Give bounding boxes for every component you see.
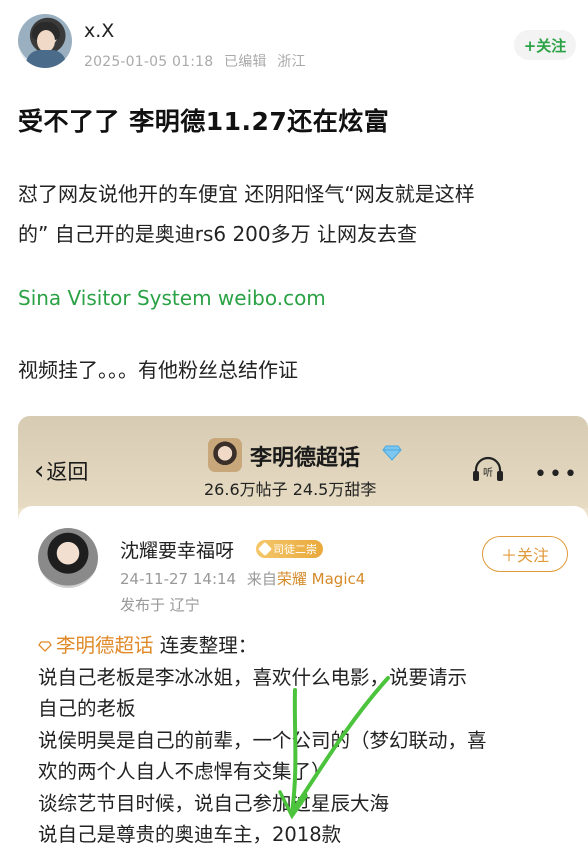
post-header: x.X 2025-01-05 01:18 已编辑 浙江 +关注 xyxy=(0,0,588,82)
post-edited: 已编辑 xyxy=(224,54,267,70)
badge-label: 司徒二崇 xyxy=(273,543,317,556)
card-body-line: 谈综艺节目时候，说自己参加过星辰大海 xyxy=(38,791,390,815)
back-button[interactable]: ‹ 返回 xyxy=(34,456,88,486)
card-datetime: 24-11-27 14:14 xyxy=(120,570,237,588)
card-body: 李明德超话 连麦整理： 说自己老板是李冰冰姐，喜欢什么电影，说要请示 自己的老板… xyxy=(38,630,568,851)
supertopic-title: 李明德超话 xyxy=(250,446,361,471)
badge-icon xyxy=(257,541,273,557)
diamond-icon xyxy=(382,445,402,461)
post-location: 浙江 xyxy=(277,54,306,70)
card-topic-link[interactable]: 李明德超话 xyxy=(56,634,154,657)
supertopic-header: ‹ 返回 李明德超话 26.6万帖子 24.5万甜李 听 ••• xyxy=(18,416,588,508)
card-body-line: 欢的两个人自人不虑悍有交集了） xyxy=(38,760,331,783)
post-title: 受不了了 李明德11.27还在炫富 xyxy=(18,107,390,136)
card-body-line: 自己的老板 xyxy=(38,697,136,720)
embedded-screenshot[interactable]: ‹ 返回 李明德超话 26.6万帖子 24.5万甜李 听 ••• 沈耀要幸福呀 … xyxy=(18,416,588,859)
post-body-line: 怼了网友说他开的车便宜 还阴阳怪气“网友就是这样 xyxy=(18,182,475,206)
post-date: 2025-01-05 01:18 xyxy=(84,54,214,70)
card-meta: 24-11-27 14:14 来自荣耀 Magic4 xyxy=(120,568,365,589)
more-icon[interactable]: ••• xyxy=(534,462,579,487)
post-body-line: 的” 自己开的是奥迪rs6 200多万 让网友去查 xyxy=(18,222,417,246)
diamond-icon xyxy=(38,641,52,652)
card-body-line: 说侯明昊是自己的前辈，一个公司的（梦幻联动，喜 xyxy=(38,728,487,752)
back-label: 返回 xyxy=(46,460,89,484)
svg-text:听: 听 xyxy=(483,467,493,479)
card-author-name[interactable]: 沈耀要幸福呀 xyxy=(120,536,234,563)
card-topic-suffix: 连麦整理： xyxy=(153,634,258,657)
supertopic-avatar xyxy=(208,438,242,472)
chevron-left-icon: ‹ xyxy=(34,456,45,486)
post-note: 视频挂了。。。有他粉丝总结作证 xyxy=(18,358,298,382)
post-card: 沈耀要幸福呀 司徒二崇 ＋关注 24-11-27 14:14 来自荣耀 Magi… xyxy=(18,506,588,859)
card-body-line: 说自己是尊贵的奥迪车主，2018款 xyxy=(38,823,342,846)
card-body-line: 说自己老板是李冰冰姐，喜欢什么电影，说要请示 xyxy=(38,665,468,689)
post-link[interactable]: Sina Visitor System weibo.com xyxy=(18,286,326,310)
author-avatar[interactable] xyxy=(18,14,72,68)
follow-button[interactable]: +关注 xyxy=(514,30,576,60)
card-from: 来自 xyxy=(246,570,277,588)
card-topic-line: 李明德超话 连麦整理： xyxy=(38,630,568,662)
post-meta: 2025-01-05 01:18 已编辑 浙江 xyxy=(84,51,306,71)
author-name[interactable]: x.X xyxy=(84,20,114,42)
card-device[interactable]: 荣耀 Magic4 xyxy=(277,570,365,588)
post-body: 怼了网友说他开的车便宜 还阴阳怪气“网友就是这样 的” 自己开的是奥迪rs6 2… xyxy=(18,174,578,254)
card-follow-button[interactable]: ＋关注 xyxy=(482,536,568,572)
card-location: 发布于 辽宁 xyxy=(120,596,200,614)
supertopic-stats: 26.6万帖子 24.5万甜李 xyxy=(204,480,377,499)
card-author-avatar[interactable] xyxy=(38,528,98,588)
listen-icon[interactable]: 听 xyxy=(471,454,505,484)
fan-badge: 司徒二崇 xyxy=(256,540,323,558)
